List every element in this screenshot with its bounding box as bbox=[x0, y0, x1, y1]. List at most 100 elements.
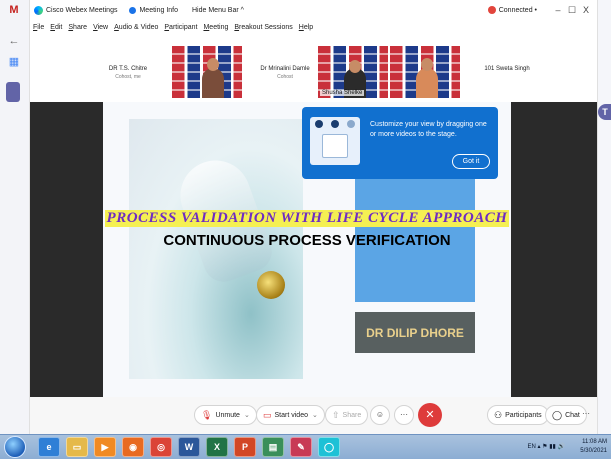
share-label: Share bbox=[342, 411, 362, 419]
unmute-label: Unmute bbox=[215, 411, 240, 419]
participant-tile[interactable]: 101 Sweta Singh bbox=[462, 46, 552, 98]
connection-status-icon bbox=[487, 6, 496, 14]
slide-title-line1: PROCESS VALIDATION WITH LIFE CYCLE APPRO… bbox=[103, 209, 511, 227]
menu-file[interactable]: File bbox=[33, 24, 44, 31]
webex-taskbar-icon[interactable]: ◯ bbox=[318, 437, 340, 457]
participant-tile[interactable]: Dr Mrinalini Damle Cohost bbox=[244, 46, 326, 98]
reactions-button[interactable]: ☺ bbox=[370, 405, 390, 425]
slide-flask-image bbox=[129, 119, 303, 379]
volume-icon[interactable]: 🔊 bbox=[558, 444, 565, 450]
browser-sidebar: M ← ▦ bbox=[0, 0, 30, 434]
unmute-button[interactable]: 🎙 Unmute ⌄ bbox=[194, 405, 257, 425]
person-head bbox=[207, 58, 219, 71]
maximize-button[interactable]: ☐ bbox=[565, 5, 579, 16]
person-head bbox=[421, 58, 433, 71]
close-button[interactable]: X bbox=[579, 5, 593, 15]
participant-name: 101 Sweta Singh bbox=[484, 66, 530, 72]
chevron-down-icon[interactable]: ⌄ bbox=[312, 411, 318, 419]
explorer-folder-icon[interactable]: ▭ bbox=[66, 437, 88, 457]
teams-sidebar-icon[interactable] bbox=[6, 82, 20, 102]
flag-icon[interactable]: ⚑ bbox=[542, 444, 547, 450]
participant-role: Cohost, me bbox=[115, 74, 141, 80]
end-meeting-button[interactable]: ✕ bbox=[418, 403, 442, 427]
emoji-icon: ☺ bbox=[375, 410, 385, 419]
stage-card bbox=[322, 134, 348, 158]
participant-tile[interactable]: DR T.S. Chitre Cohost, me bbox=[88, 46, 168, 98]
shared-slide: DR DILIP DHORE PROCESS VALIDATION WITH L… bbox=[103, 102, 511, 397]
clock-time: 11:08 AM bbox=[582, 439, 607, 445]
presenter-name-box: DR DILIP DHORE bbox=[355, 312, 475, 353]
more-panels-button[interactable]: ··· bbox=[576, 405, 596, 425]
menu-meeting[interactable]: Meeting bbox=[203, 24, 228, 31]
connection-status[interactable]: Connected • bbox=[499, 7, 537, 14]
mini-person bbox=[347, 120, 355, 128]
microphone-muted-icon: 🎙 bbox=[201, 409, 213, 420]
meeting-info-link[interactable]: Meeting Info bbox=[139, 7, 178, 14]
more-options-button[interactable]: ··· bbox=[394, 405, 414, 425]
participant-strip: DR T.S. Chitre Cohost, me Dr Mrinalini D… bbox=[30, 44, 597, 102]
hide-menu-bar-button[interactable]: Hide Menu Bar ^ bbox=[192, 7, 244, 14]
slide-title-line2: CONTINUOUS PROCESS VERIFICATION bbox=[163, 232, 451, 249]
start-video-label: Start video bbox=[274, 411, 308, 419]
got-it-button[interactable]: Got it bbox=[452, 154, 490, 169]
word-icon[interactable]: W bbox=[178, 437, 200, 457]
start-button[interactable] bbox=[4, 436, 26, 458]
person-figure bbox=[416, 68, 438, 98]
clock[interactable]: 11:08 AM 5/30/2021 bbox=[580, 438, 607, 456]
menu-bar: File Edit Share View Audio & Video Parti… bbox=[30, 20, 597, 35]
apps-grid-icon[interactable]: ▦ bbox=[7, 55, 21, 69]
menu-participant[interactable]: Participant bbox=[164, 24, 197, 31]
app-name: Cisco Webex Meetings bbox=[46, 6, 118, 14]
share-icon: ⇧ bbox=[332, 409, 340, 420]
menu-view[interactable]: View bbox=[93, 24, 108, 31]
minimize-button[interactable]: – bbox=[551, 5, 565, 15]
chat-bubble-icon: ◯ bbox=[552, 409, 563, 420]
background-window-edge: T bbox=[597, 0, 611, 434]
paint-icon[interactable]: ✎ bbox=[290, 437, 312, 457]
firefox-icon[interactable]: ◉ bbox=[122, 437, 144, 457]
clock-date: 5/30/2021 bbox=[580, 448, 607, 454]
tooltip-message: Customize your view by dragging one or m… bbox=[370, 121, 487, 138]
participant-name: DR T.S. Chitre bbox=[108, 66, 148, 72]
layout-illustration-icon bbox=[310, 117, 360, 165]
gmail-tab-icon[interactable]: M bbox=[7, 3, 21, 17]
language-indicator[interactable]: EN bbox=[527, 444, 535, 450]
slide-title-text: PROCESS VALIDATION WITH LIFE CYCLE APPRO… bbox=[104, 210, 510, 227]
person-head bbox=[349, 60, 361, 73]
participant-video[interactable]: Shusha Shelke bbox=[316, 44, 390, 100]
share-button[interactable]: ⇧ Share bbox=[325, 405, 369, 425]
network-app-icon[interactable]: ▤ bbox=[262, 437, 284, 457]
start-video-button[interactable]: ▭ Start video ⌄ bbox=[256, 405, 325, 425]
teams-badge-icon[interactable]: T bbox=[598, 104, 611, 120]
menu-audio-video[interactable]: Audio & Video bbox=[114, 24, 158, 31]
customize-view-tooltip: Customize your view by dragging one or m… bbox=[302, 107, 498, 179]
participant-video[interactable] bbox=[390, 46, 460, 98]
menu-edit[interactable]: Edit bbox=[50, 24, 62, 31]
info-icon[interactable] bbox=[129, 6, 137, 14]
menu-share[interactable]: Share bbox=[68, 24, 87, 31]
ie-icon[interactable]: e bbox=[38, 437, 60, 457]
menu-breakout-sessions[interactable]: Breakout Sessions bbox=[234, 24, 292, 31]
system-tray-icons[interactable]: EN ▴ ⚑ ▮▮ 🔊 bbox=[527, 443, 565, 450]
participants-label: Participants bbox=[505, 411, 542, 419]
person-figure bbox=[202, 68, 224, 98]
webex-logo-icon bbox=[34, 5, 43, 15]
chevron-down-icon[interactable]: ⌄ bbox=[244, 411, 250, 419]
meeting-controls: 🎙 Unmute ⌄ ▭ Start video ⌄ ⇧ Share ☺ ···… bbox=[30, 397, 597, 434]
back-arrow-icon[interactable]: ← bbox=[7, 34, 21, 48]
participant-video[interactable] bbox=[172, 46, 242, 98]
participant-name: Dr Mrinalini Damle bbox=[260, 66, 310, 72]
network-icon[interactable]: ▮▮ bbox=[549, 444, 557, 450]
camera-off-icon: ▭ bbox=[263, 409, 272, 420]
webex-window: Cisco Webex Meetings Meeting Info Hide M… bbox=[30, 0, 597, 434]
participants-button[interactable]: ⚇ Participants bbox=[487, 405, 549, 425]
media-player-icon[interactable]: ▶ bbox=[94, 437, 116, 457]
participant-video-label: Shusha Shelke bbox=[320, 90, 365, 96]
excel-icon[interactable]: X bbox=[206, 437, 228, 457]
participant-role: Cohost bbox=[277, 74, 293, 80]
title-bar: Cisco Webex Meetings Meeting Info Hide M… bbox=[30, 0, 597, 20]
menu-help[interactable]: Help bbox=[299, 24, 313, 31]
powerpoint-icon[interactable]: P bbox=[234, 437, 256, 457]
golden-drop bbox=[257, 271, 285, 299]
chrome-icon[interactable]: ◎ bbox=[150, 437, 172, 457]
